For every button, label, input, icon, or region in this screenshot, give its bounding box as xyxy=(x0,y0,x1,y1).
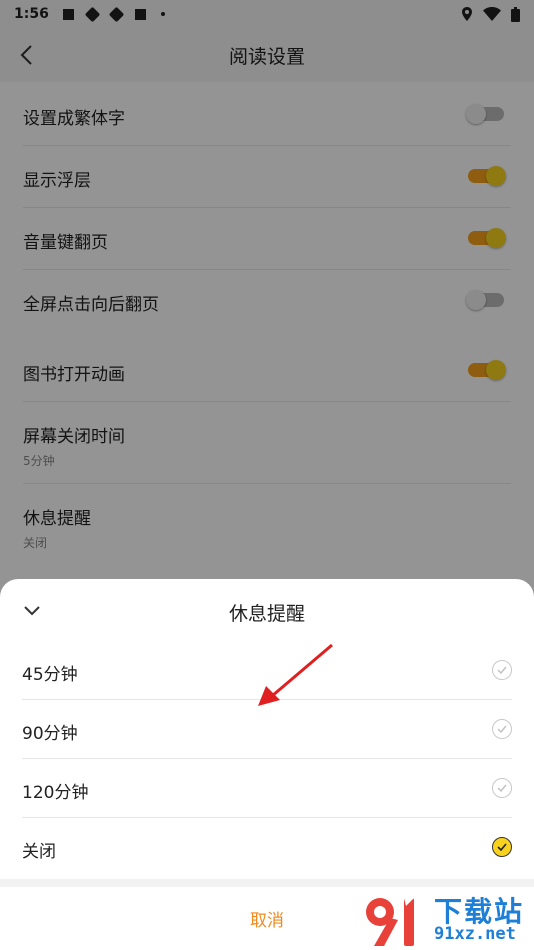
option-label: 90分钟 xyxy=(22,724,78,744)
sheet-title: 休息提醒 xyxy=(228,603,305,625)
option-off[interactable]: 关闭 xyxy=(0,818,534,877)
option-label: 关闭 xyxy=(22,842,56,862)
watermark-url: 91xz.net xyxy=(434,924,516,944)
check-circle-icon xyxy=(492,719,512,739)
option-label: 45分钟 xyxy=(22,665,78,685)
check-circle-icon xyxy=(492,778,512,798)
check-selected-icon xyxy=(492,837,512,857)
option-120-min[interactable]: 120分钟 xyxy=(0,759,534,818)
watermark: 下载站 91xz.net xyxy=(360,888,534,950)
check-circle-icon xyxy=(492,660,512,680)
option-label: 120分钟 xyxy=(22,783,89,803)
watermark-logo-icon xyxy=(366,898,414,946)
sheet-separator xyxy=(0,879,534,887)
annotation-arrow-icon xyxy=(258,643,333,706)
